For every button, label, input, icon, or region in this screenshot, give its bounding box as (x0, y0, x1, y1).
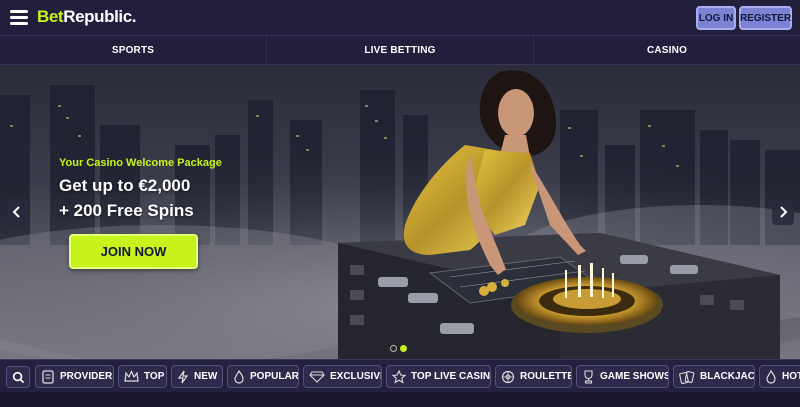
cards-icon (679, 370, 695, 384)
category-top[interactable]: TOP (118, 365, 167, 388)
providers-icon (42, 369, 54, 384)
login-button[interactable]: LOG IN (696, 6, 736, 30)
category-hot[interactable]: HOT (759, 365, 800, 388)
category-label: HOT (782, 371, 800, 382)
slide-dot-2[interactable] (400, 345, 407, 352)
next-slide-button[interactable] (772, 199, 794, 225)
diamond-icon (309, 370, 325, 383)
nav-item-sports[interactable]: SPORTS (0, 36, 267, 64)
category-label: EXCLUSIVE (330, 371, 382, 382)
bottom-strip (0, 392, 800, 407)
menu-icon[interactable] (10, 10, 28, 26)
category-game-shows[interactable]: GAME SHOWS (576, 365, 669, 388)
category-bar: PROVIDERS TOP NEW POPULAR EXCLUSIVE TOP … (0, 359, 800, 392)
search-icon (12, 371, 24, 383)
category-popular[interactable]: POPULAR (227, 365, 299, 388)
category-top-live-casino[interactable]: TOP LIVE CASINO (386, 365, 491, 388)
category-label: TOP LIVE CASINO (411, 371, 491, 382)
category-label: GAME SHOWS (600, 371, 669, 382)
logo-dot-text: . (131, 7, 137, 26)
nav-item-casino[interactable]: CASINO (534, 36, 800, 64)
category-label: ROULETTE (520, 371, 572, 382)
prev-slide-button[interactable] (6, 199, 28, 225)
slide-dot-1[interactable] (390, 345, 397, 352)
hero-banner: Your Casino Welcome Package Get up to €2… (0, 65, 800, 359)
chevron-left-icon (12, 206, 20, 218)
category-blackjack[interactable]: BLACKJACK (673, 365, 755, 388)
category-exclusive[interactable]: EXCLUSIVE (303, 365, 382, 388)
top-header: BetRepublic. LOG IN REGISTER (0, 0, 800, 36)
slide-indicator (390, 345, 407, 352)
category-label: POPULAR (250, 371, 299, 382)
category-label: NEW (194, 371, 218, 382)
join-now-button[interactable]: JOIN NOW (69, 234, 198, 269)
promo-headline-line2: + 200 Free Spins (59, 201, 194, 220)
category-providers[interactable]: PROVIDERS (35, 365, 114, 388)
crown-icon (124, 370, 139, 382)
promo-headline-line1: Get up to €2,000 (59, 176, 191, 195)
category-roulette[interactable]: ROULETTE (495, 365, 572, 388)
trophy-icon (584, 369, 593, 384)
category-label: BLACKJACK (700, 371, 755, 382)
hot-icon (766, 369, 776, 384)
search-button[interactable] (6, 366, 30, 388)
logo-republic-text: Republic (63, 7, 132, 26)
category-label: TOP (144, 371, 165, 382)
roulette-icon (501, 370, 515, 383)
register-button[interactable]: REGISTER (739, 6, 792, 30)
lightning-icon (177, 370, 189, 383)
category-label: PROVIDERS (60, 371, 114, 382)
logo-bet-text: Bet (37, 7, 64, 26)
nav-item-live-betting[interactable]: LIVE BETTING (267, 36, 534, 64)
category-new[interactable]: NEW (171, 365, 223, 388)
star-icon (392, 369, 406, 384)
brand-logo[interactable]: BetRepublic. (37, 7, 137, 27)
flame-icon (234, 369, 244, 384)
promo-subtitle: Your Casino Welcome Package (59, 157, 222, 169)
main-nav: SPORTS LIVE BETTING CASINO (0, 36, 800, 65)
chevron-right-icon (780, 206, 788, 218)
